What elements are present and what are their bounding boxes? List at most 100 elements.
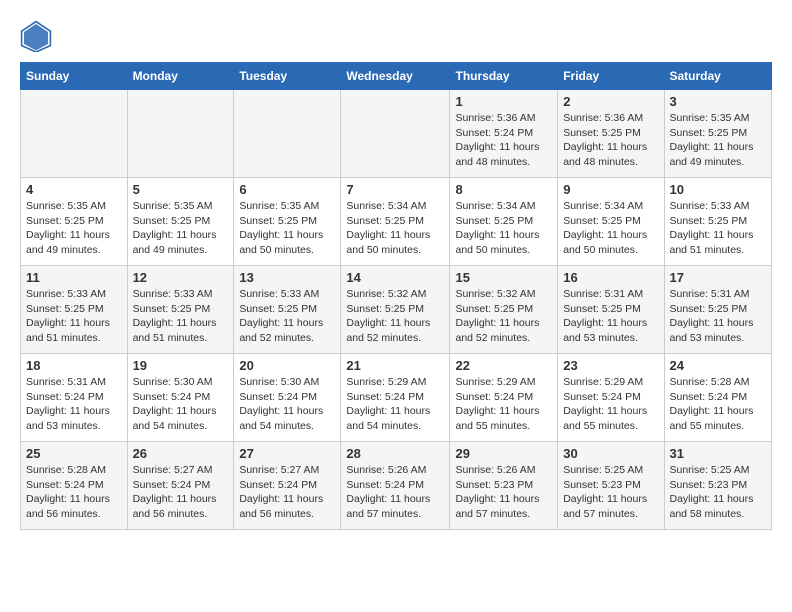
day-number: 9 (563, 182, 658, 197)
day-info: Sunrise: 5:36 AM Sunset: 5:25 PM Dayligh… (563, 111, 658, 170)
day-number: 20 (239, 358, 335, 373)
calendar-cell: 14 Sunrise: 5:32 AM Sunset: 5:25 PM Dayli… (341, 266, 450, 354)
week-row-2: 4 Sunrise: 5:35 AM Sunset: 5:25 PM Daylig… (21, 178, 772, 266)
day-number: 2 (563, 94, 658, 109)
calendar-cell: 24 Sunrise: 5:28 AM Sunset: 5:24 PM Dayli… (664, 354, 772, 442)
day-info: Sunrise: 5:33 AM Sunset: 5:25 PM Dayligh… (26, 287, 122, 346)
calendar-cell: 22Sunrise: 5:29 AM Sunset: 5:24 PM Dayli… (450, 354, 558, 442)
day-info: Sunrise: 5:30 AM Sunset: 5:24 PM Dayligh… (239, 375, 335, 434)
calendar-cell: 9 Sunrise: 5:34 AM Sunset: 5:25 PM Daylig… (558, 178, 664, 266)
calendar-cell: 4 Sunrise: 5:35 AM Sunset: 5:25 PM Daylig… (21, 178, 128, 266)
calendar-cell: 13 Sunrise: 5:33 AM Sunset: 5:25 PM Dayli… (234, 266, 341, 354)
calendar-cell: 28 Sunrise: 5:26 AM Sunset: 5:24 PM Dayli… (341, 442, 450, 530)
col-header-monday: Monday (127, 63, 234, 90)
col-header-sunday: Sunday (21, 63, 128, 90)
day-number: 18 (26, 358, 122, 373)
day-info: Sunrise: 5:33 AM Sunset: 5:25 PM Dayligh… (239, 287, 335, 346)
day-number: 29 (455, 446, 552, 461)
day-info: Sunrise: 5:35 AM Sunset: 5:25 PM Dayligh… (133, 199, 229, 258)
calendar-cell: 5 Sunrise: 5:35 AM Sunset: 5:25 PM Daylig… (127, 178, 234, 266)
day-info: Sunrise: 5:30 AM Sunset: 5:24 PM Dayligh… (133, 375, 229, 434)
calendar-cell: 27 Sunrise: 5:27 AM Sunset: 5:24 PM Dayli… (234, 442, 341, 530)
day-number: 12 (133, 270, 229, 285)
day-info: Sunrise: 5:34 AM Sunset: 5:25 PM Dayligh… (563, 199, 658, 258)
day-number: 17 (670, 270, 767, 285)
calendar-cell: 6Sunrise: 5:35 AM Sunset: 5:25 PM Daylig… (234, 178, 341, 266)
week-row-5: 25 Sunrise: 5:28 AM Sunset: 5:24 PM Dayli… (21, 442, 772, 530)
logo (20, 20, 58, 52)
day-info: Sunrise: 5:28 AM Sunset: 5:24 PM Dayligh… (26, 463, 122, 522)
day-number: 23 (563, 358, 658, 373)
calendar-cell: 2 Sunrise: 5:36 AM Sunset: 5:25 PM Daylig… (558, 90, 664, 178)
calendar-cell: 11Sunrise: 5:33 AM Sunset: 5:25 PM Dayli… (21, 266, 128, 354)
day-number: 31 (670, 446, 767, 461)
day-number: 28 (346, 446, 444, 461)
calendar-cell: 26 Sunrise: 5:27 AM Sunset: 5:24 PM Dayli… (127, 442, 234, 530)
day-number: 25 (26, 446, 122, 461)
calendar-cell: 7 Sunrise: 5:34 AM Sunset: 5:25 PM Daylig… (341, 178, 450, 266)
day-number: 13 (239, 270, 335, 285)
calendar-table: SundayMondayTuesdayWednesdayThursdayFrid… (20, 62, 772, 530)
day-info: Sunrise: 5:33 AM Sunset: 5:25 PM Dayligh… (670, 199, 767, 258)
day-info: Sunrise: 5:29 AM Sunset: 5:24 PM Dayligh… (346, 375, 444, 434)
day-info: Sunrise: 5:31 AM Sunset: 5:25 PM Dayligh… (563, 287, 658, 346)
day-info: Sunrise: 5:35 AM Sunset: 5:25 PM Dayligh… (670, 111, 767, 170)
day-info: Sunrise: 5:32 AM Sunset: 5:25 PM Dayligh… (346, 287, 444, 346)
day-info: Sunrise: 5:34 AM Sunset: 5:25 PM Dayligh… (346, 199, 444, 258)
calendar-cell: 12 Sunrise: 5:33 AM Sunset: 5:25 PM Dayli… (127, 266, 234, 354)
calendar-cell: 3 Sunrise: 5:35 AM Sunset: 5:25 PM Daylig… (664, 90, 772, 178)
day-info: Sunrise: 5:25 AM Sunset: 5:23 PM Dayligh… (563, 463, 658, 522)
day-info: Sunrise: 5:32 AM Sunset: 5:25 PM Dayligh… (455, 287, 552, 346)
day-info: Sunrise: 5:35 AM Sunset: 5:25 PM Dayligh… (26, 199, 122, 258)
calendar-cell (341, 90, 450, 178)
day-info: Sunrise: 5:26 AM Sunset: 5:23 PM Dayligh… (455, 463, 552, 522)
day-info: Sunrise: 5:31 AM Sunset: 5:25 PM Dayligh… (670, 287, 767, 346)
day-info: Sunrise: 5:35 AM Sunset: 5:25 PM Dayligh… (239, 199, 335, 258)
day-number: 19 (133, 358, 229, 373)
calendar-cell: 15Sunrise: 5:32 AM Sunset: 5:25 PM Dayli… (450, 266, 558, 354)
day-number: 27 (239, 446, 335, 461)
day-number: 7 (346, 182, 444, 197)
day-info: Sunrise: 5:33 AM Sunset: 5:25 PM Dayligh… (133, 287, 229, 346)
day-number: 10 (670, 182, 767, 197)
calendar-cell: 20 Sunrise: 5:30 AM Sunset: 5:24 PM Dayli… (234, 354, 341, 442)
calendar-cell: 17 Sunrise: 5:31 AM Sunset: 5:25 PM Dayli… (664, 266, 772, 354)
calendar-cell: 21 Sunrise: 5:29 AM Sunset: 5:24 PM Dayli… (341, 354, 450, 442)
calendar-cell: 18 Sunrise: 5:31 AM Sunset: 5:24 PM Dayli… (21, 354, 128, 442)
calendar-cell: 19 Sunrise: 5:30 AM Sunset: 5:24 PM Dayli… (127, 354, 234, 442)
day-number: 21 (346, 358, 444, 373)
day-info: Sunrise: 5:26 AM Sunset: 5:24 PM Dayligh… (346, 463, 444, 522)
day-number: 24 (670, 358, 767, 373)
day-number: 8 (455, 182, 552, 197)
calendar-cell: 16Sunrise: 5:31 AM Sunset: 5:25 PM Dayli… (558, 266, 664, 354)
week-row-3: 11Sunrise: 5:33 AM Sunset: 5:25 PM Dayli… (21, 266, 772, 354)
calendar-cell: 30Sunrise: 5:25 AM Sunset: 5:23 PM Dayli… (558, 442, 664, 530)
day-info: Sunrise: 5:27 AM Sunset: 5:24 PM Dayligh… (239, 463, 335, 522)
day-info: Sunrise: 5:29 AM Sunset: 5:24 PM Dayligh… (455, 375, 552, 434)
day-info: Sunrise: 5:28 AM Sunset: 5:24 PM Dayligh… (670, 375, 767, 434)
day-info: Sunrise: 5:36 AM Sunset: 5:24 PM Dayligh… (455, 111, 552, 170)
day-info: Sunrise: 5:25 AM Sunset: 5:23 PM Dayligh… (670, 463, 767, 522)
col-header-tuesday: Tuesday (234, 63, 341, 90)
calendar-cell: 10 Sunrise: 5:33 AM Sunset: 5:25 PM Dayli… (664, 178, 772, 266)
page-header (20, 20, 772, 52)
day-info: Sunrise: 5:27 AM Sunset: 5:24 PM Dayligh… (133, 463, 229, 522)
day-number: 26 (133, 446, 229, 461)
col-header-saturday: Saturday (664, 63, 772, 90)
col-header-wednesday: Wednesday (341, 63, 450, 90)
calendar-cell (234, 90, 341, 178)
calendar-header-row: SundayMondayTuesdayWednesdayThursdayFrid… (21, 63, 772, 90)
calendar-cell: 8Sunrise: 5:34 AM Sunset: 5:25 PM Daylig… (450, 178, 558, 266)
day-number: 3 (670, 94, 767, 109)
calendar-cell: 1Sunrise: 5:36 AM Sunset: 5:24 PM Daylig… (450, 90, 558, 178)
day-number: 4 (26, 182, 122, 197)
calendar-cell: 25 Sunrise: 5:28 AM Sunset: 5:24 PM Dayli… (21, 442, 128, 530)
calendar-cell (21, 90, 128, 178)
week-row-1: 1Sunrise: 5:36 AM Sunset: 5:24 PM Daylig… (21, 90, 772, 178)
calendar-cell: 31 Sunrise: 5:25 AM Sunset: 5:23 PM Dayli… (664, 442, 772, 530)
calendar-cell: 23Sunrise: 5:29 AM Sunset: 5:24 PM Dayli… (558, 354, 664, 442)
day-number: 14 (346, 270, 444, 285)
day-info: Sunrise: 5:31 AM Sunset: 5:24 PM Dayligh… (26, 375, 122, 434)
logo-icon (20, 20, 52, 52)
day-number: 5 (133, 182, 229, 197)
